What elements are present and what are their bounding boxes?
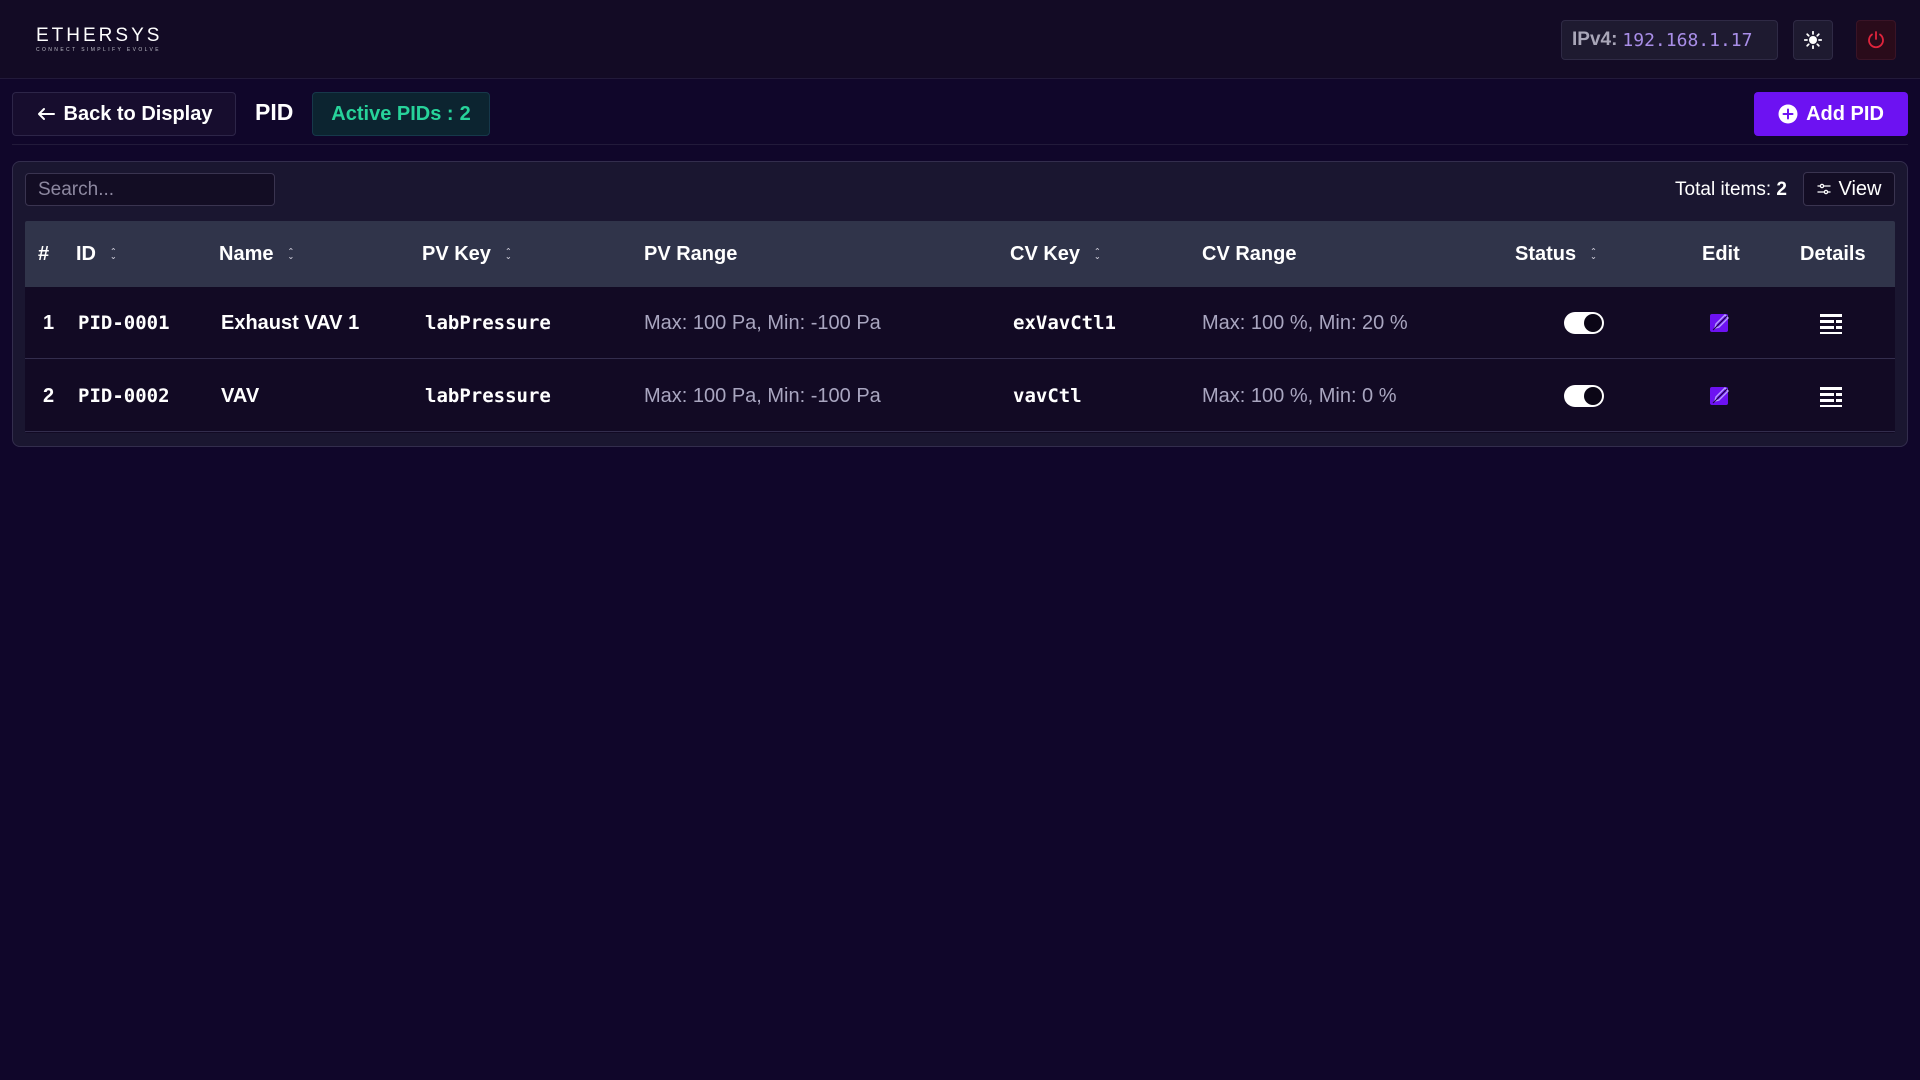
column-header-cv-key[interactable]: CV Key ⌃ ⌄ (1010, 221, 1101, 287)
ip-label: IPv4: (1572, 29, 1618, 50)
add-pid-label: Add PID (1806, 102, 1884, 125)
edit-icon[interactable] (1708, 384, 1732, 408)
sort-icon: ⌃ ⌄ (1094, 247, 1101, 261)
column-header-edit: Edit (1702, 242, 1740, 265)
column-header-pv-key[interactable]: PV Key ⌃ ⌄ (422, 221, 512, 287)
active-pids-label: Active PIDs : (331, 102, 454, 125)
column-header-status[interactable]: Status ⌃ ⌄ (1515, 221, 1597, 287)
sort-icon: ⌃ ⌄ (1590, 247, 1597, 261)
edit-icon[interactable] (1708, 311, 1732, 335)
logo: ETHERSYS CONNECT SIMPLIFY EVOLVE (36, 25, 163, 54)
edit-cell (1680, 360, 1760, 432)
row-cv-range: Max: 100 %, Min: 0 % (1202, 384, 1397, 407)
power-button[interactable] (1856, 20, 1896, 60)
row-id: PID-0002 (78, 385, 170, 407)
column-header-pv-range: PV Range (644, 242, 738, 265)
row-index: 1 (43, 311, 55, 334)
status-cell (1544, 360, 1624, 432)
row-name: Exhaust VAV 1 (221, 311, 360, 334)
sort-icon: ⌃ ⌄ (287, 247, 295, 261)
row-id: PID-0001 (78, 312, 170, 334)
status-toggle[interactable] (1564, 385, 1604, 407)
page-title: PID (255, 99, 294, 125)
status-toggle[interactable] (1564, 312, 1604, 334)
active-pids-count: 2 (459, 102, 471, 125)
row-index: 2 (43, 384, 55, 407)
details-cell (1781, 360, 1881, 432)
column-header-details: Details (1800, 242, 1866, 265)
power-icon (1868, 31, 1884, 49)
details-icon[interactable] (1819, 384, 1843, 408)
plus-circle-icon (1778, 104, 1798, 124)
logo-tagline: CONNECT SIMPLIFY EVOLVE (36, 47, 161, 53)
total-items-value: 2 (1776, 179, 1787, 200)
arrow-left-icon (37, 108, 55, 120)
back-to-display-button[interactable]: Back to Display (12, 92, 236, 136)
top-bar: ETHERSYS CONNECT SIMPLIFY EVOLVE IPv4: 1… (0, 0, 1920, 79)
row-cv-key: vavCtl (1013, 385, 1082, 407)
table-row: 1 PID-0001 Exhaust VAV 1 labPressure Max… (25, 287, 1895, 359)
ip-address-display: IPv4: 192.168.1.17 (1561, 20, 1778, 60)
table-header: # ID ⌃ ⌄ Name ⌃ ⌄ PV Key ⌃ ⌄ PV Range CV Ke… (25, 221, 1895, 287)
header-divider (12, 144, 1908, 145)
logo-text: ETHERSYS (36, 25, 163, 46)
row-pv-range: Max: 100 Pa, Min: -100 Pa (644, 311, 881, 334)
row-pv-range: Max: 100 Pa, Min: -100 Pa (644, 384, 881, 407)
row-name: VAV (221, 384, 260, 407)
back-button-label: Back to Display (63, 102, 213, 125)
theme-toggle-button[interactable] (1793, 20, 1833, 60)
pid-table: # ID ⌃ ⌄ Name ⌃ ⌄ PV Key ⌃ ⌄ PV Range CV Ke… (25, 221, 1895, 433)
column-header-name[interactable]: Name ⌃ ⌄ (219, 221, 294, 287)
table-row: 2 PID-0002 VAV labPressure Max: 100 Pa, … (25, 360, 1895, 432)
total-items: Total items: 2 (1675, 179, 1787, 201)
status-cell (1544, 287, 1624, 359)
sun-icon (1804, 31, 1822, 49)
row-pv-key: labPressure (425, 312, 551, 334)
row-pv-key: labPressure (425, 385, 551, 407)
total-items-label: Total items: (1675, 179, 1772, 200)
edit-cell (1680, 287, 1760, 359)
add-pid-button[interactable]: Add PID (1754, 92, 1908, 136)
details-icon[interactable] (1819, 311, 1843, 335)
row-cv-range: Max: 100 %, Min: 20 % (1202, 311, 1408, 334)
sort-icon: ⌃ ⌄ (504, 247, 512, 261)
column-header-index: # (38, 242, 50, 265)
view-label: View (1838, 177, 1882, 200)
ip-value: 192.168.1.17 (1622, 29, 1753, 51)
column-header-id[interactable]: ID ⌃ ⌄ (76, 221, 117, 287)
view-options-button[interactable]: View (1803, 172, 1895, 206)
active-pids-badge: Active PIDs : 2 (312, 92, 490, 136)
column-header-cv-range: CV Range (1202, 242, 1297, 265)
row-cv-key: exVavCtl1 (1013, 312, 1116, 334)
details-cell (1781, 287, 1881, 359)
sliders-icon (1816, 183, 1831, 195)
sort-icon: ⌃ ⌄ (110, 247, 117, 261)
search-input[interactable] (25, 173, 275, 206)
